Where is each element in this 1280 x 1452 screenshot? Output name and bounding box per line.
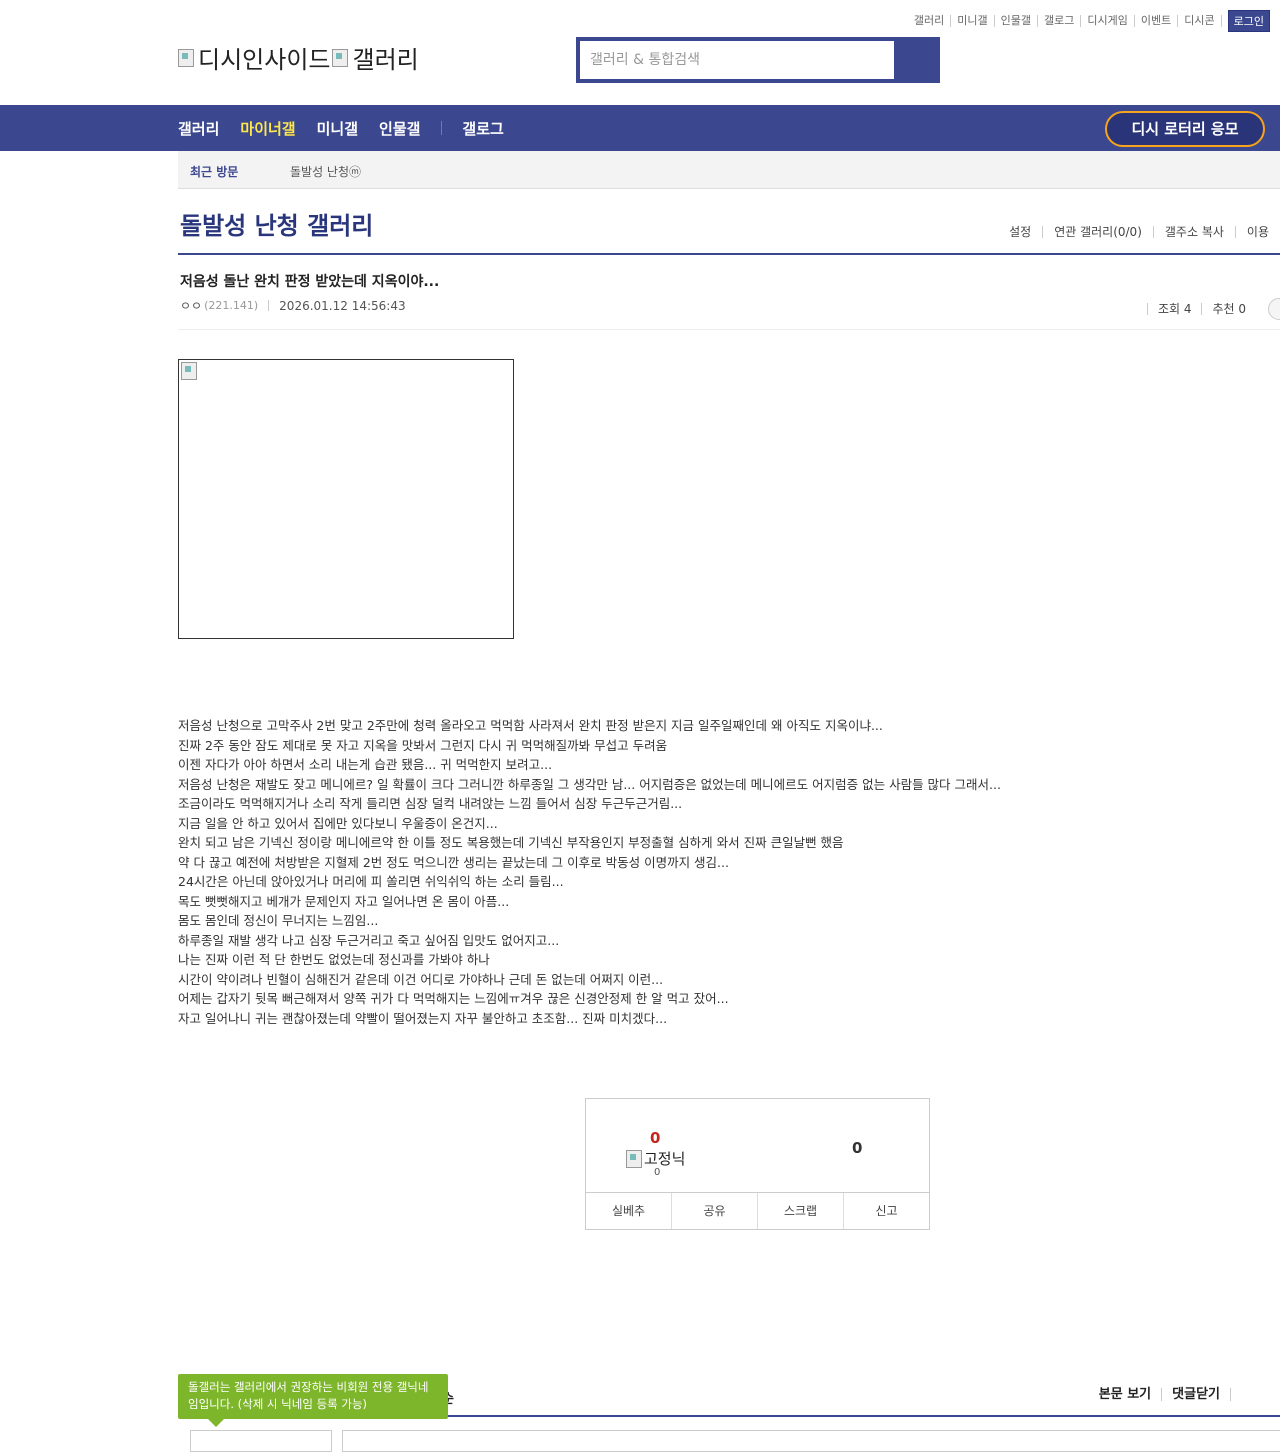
view-body-button[interactable]: 본문 보기	[1089, 1388, 1161, 1401]
post-author[interactable]: ㅇㅇ	[180, 297, 202, 314]
recent-visits-label[interactable]: 최근 방문	[190, 163, 238, 180]
comment-nickname-field[interactable]	[190, 1430, 332, 1452]
top-link-person-gall[interactable]: 인물갤	[995, 15, 1039, 27]
post-body-line: 조금이라도 먹먹해지거나 소리 작게 들리면 심장 덜컥 내려앉는 느낌 들어서…	[178, 796, 683, 811]
nav-item-gallery[interactable]: 갤러리	[178, 118, 219, 139]
search-box: 갤러리 & 통합검색	[576, 37, 940, 83]
main-nav: 갤러리 마이너갤 미니갤 인물갤 갤로그 디시 로터리 응모	[0, 105, 1280, 151]
post-header-divider	[178, 329, 1280, 330]
logo-text-gallery: 갤러리	[352, 46, 419, 74]
post-body-line: 어제는 갑자기 뒷목 뻐근해져서 양쪽 귀가 다 먹먹해지는 느낌에ㅠ겨우 끊은…	[178, 991, 729, 1006]
report-button[interactable]: 신고	[843, 1193, 929, 1229]
top-link-gallery[interactable]: 갤러리	[908, 15, 952, 27]
login-button[interactable]: 로그인	[1227, 10, 1270, 32]
gallery-header-divider	[178, 253, 1280, 255]
post-meta: ㅇㅇ (221.141) 2026.01.12 14:56:43	[180, 297, 406, 314]
post-body-line: 24시간은 아닌데 앉아있거나 머리에 피 쏠리면 쉬익쉬익 하는 소리 들림.…	[178, 874, 564, 889]
scrap-button[interactable]: 스크랩	[757, 1193, 843, 1229]
recommend-box: 0 고정닉 0 0 실베추 공유 스크랩 신고	[585, 1098, 930, 1230]
post-title: 저음성 돌난 완치 판정 받았는데 지옥이야...	[180, 274, 440, 290]
post-image	[178, 359, 514, 639]
close-comments-button[interactable]: 댓글닫기	[1161, 1388, 1230, 1401]
recommend-actions: 실베추 공유 스크랩 신고	[586, 1192, 929, 1229]
gallery-title[interactable]: 돌발성 난청 갤러리	[180, 206, 373, 241]
top-link-dccon[interactable]: 디시콘	[1178, 15, 1222, 27]
nav-item-mini-gallery[interactable]: 미니갤	[317, 118, 358, 139]
gallery-usage-link[interactable]: 이용	[1234, 226, 1280, 238]
broken-image-icon	[626, 1149, 642, 1168]
comment-tools-divider	[1230, 1388, 1252, 1401]
post-body-line: 하루종일 재발 생각 나고 심장 두근거리고 죽고 싶어짐 입맛도 없어지고..…	[178, 932, 560, 948]
site-logo[interactable]: 디시인사이드 갤러리	[178, 40, 419, 75]
post-body-line: 몸도 몸인데 정신이 무너지는 느낌임...	[178, 913, 379, 928]
share-button[interactable]: 공유	[671, 1193, 757, 1229]
nickname-tooltip: 돌갤러는 갤러리에서 권장하는 비회원 전용 갤닉네임입니다. (삭제 시 닉네…	[178, 1374, 448, 1427]
post-body-line: 저음성 난청은 재발도 잦고 메니에르? 일 확률이 크다 그러니깐 하루종일 …	[178, 776, 1001, 792]
comment-tools: 본문 보기 댓글닫기	[1089, 1388, 1252, 1401]
post-recommend-count: 추천 0	[1201, 303, 1256, 315]
recent-visits-bar: 최근 방문 돌발성 난청ⓜ	[178, 151, 1280, 189]
nav-divider	[441, 121, 443, 135]
post-body-line: 자고 일어나니 귀는 괜찮아졌는데 약빨이 떨어졌는지 자꾸 불안하고 초조함.…	[178, 1010, 668, 1026]
post-body-line: 지금 일을 안 하고 있어서 집에만 있다보니 우울증이 온건지...	[178, 815, 498, 831]
recommend-down-count: 0	[852, 1139, 863, 1157]
broken-image-icon	[178, 48, 194, 67]
broken-image-icon	[332, 48, 349, 67]
broken-image-icon	[181, 362, 197, 380]
top-link-minigall[interactable]: 미니갤	[951, 15, 995, 27]
nav-item-person-gallery[interactable]: 인물갤	[379, 118, 420, 139]
comment-text-field[interactable]	[342, 1430, 1280, 1452]
post-author-ip: (221.141)	[204, 299, 259, 312]
post-body: 저음성 난청으로 고막주사 2번 맞고 2주만에 청력 올라오고 먹먹함 사라져…	[178, 716, 1068, 1028]
nav-item-minor-gallery[interactable]: 마이너갤	[240, 118, 295, 139]
post-body-line: 진짜 2주 동안 잠도 제대로 못 자고 지옥을 맛봐서 그런지 다시 귀 먹먹…	[178, 737, 668, 753]
nav-items: 갤러리 마이너갤 미니갤 인물갤 갤로그	[178, 105, 525, 151]
top-link-gallog[interactable]: 갤로그	[1038, 15, 1082, 27]
post-stats: 조회 4 추천 0	[1146, 298, 1280, 320]
gallery-settings-link[interactable]: 설정	[998, 226, 1042, 238]
meta-divider	[268, 300, 270, 311]
top-utility-links: 갤러리 미니갤 인물갤 갤로그 디시게임 이벤트 디시콘 로그인	[908, 10, 1270, 32]
gallery-tools: 설정 연관 갤러리(0/0) 갤주소 복사 이용	[998, 226, 1280, 238]
best-recommend-button[interactable]: 실베추	[586, 1193, 671, 1229]
post-date: 2026.01.12 14:56:43	[279, 298, 406, 313]
post-body-line: 약 다 끊고 예전에 처방받은 지혈제 2번 정도 먹으니깐 생리는 끝났는데 …	[178, 854, 729, 870]
top-link-event[interactable]: 이벤트	[1135, 15, 1179, 27]
logo-text-dcinside: 디시인사이드	[198, 46, 331, 74]
post-body-line: 시간이 약이려나 빈혈이 심해진거 같은데 이건 어디로 가야하나 근데 돈 없…	[178, 971, 664, 987]
related-gallery-link[interactable]: 연관 갤러리(0/0)	[1042, 226, 1153, 238]
fixed-nick-recommend-button[interactable]: 고정닉	[626, 1148, 685, 1169]
fixed-nick-count: 0	[654, 1167, 661, 1178]
post-body-line: 나는 진짜 이런 적 단 한번도 없었는데 정신과를 가봐야 하나	[178, 952, 490, 967]
post-body-line: 완치 되고 남은 기넥신 정이랑 메니에르약 한 이틀 정도 복용했는데 기넥신…	[178, 835, 844, 850]
post-views: 조회 4	[1146, 303, 1202, 315]
post-body-line: 이젠 자다가 아아 하면서 소리 내는게 습관 됐음... 귀 먹먹한지 보려고…	[178, 757, 553, 772]
recommend-up-count: 0	[650, 1129, 661, 1147]
post-body-line: 저음성 난청으로 고막주사 2번 맞고 2주만에 청력 올라오고 먹먹함 사라져…	[178, 718, 883, 733]
search-input[interactable]: 갤러리 & 통합검색	[580, 41, 894, 79]
lottery-button[interactable]: 디시 로터리 응모	[1105, 111, 1265, 147]
recent-visit-item[interactable]: 돌발성 난청ⓜ	[290, 163, 361, 180]
nav-item-gallog[interactable]: 갤로그	[462, 118, 503, 139]
top-link-dcgame[interactable]: 디시게임	[1081, 15, 1135, 27]
fixed-nick-label: 고정닉	[644, 1150, 686, 1168]
post-body-line: 목도 뻣뻣해지고 베개가 문제인지 자고 일어나면 온 몸이 아픔...	[178, 893, 510, 909]
copy-gallery-address-link[interactable]: 갤주소 복사	[1152, 226, 1235, 238]
comment-count-circle-icon[interactable]	[1268, 298, 1280, 320]
